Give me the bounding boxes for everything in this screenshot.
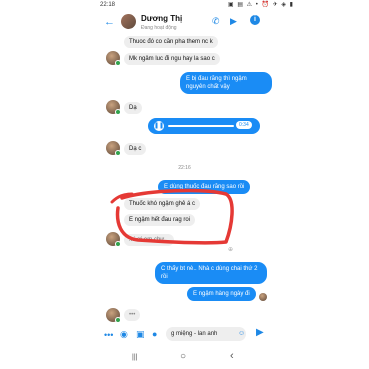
message-bubble-in[interactable]: Thuốc khó ngậm ghê á c	[124, 198, 201, 210]
message-bubble-in[interactable]: Thuoc đó co cần pha them nc k	[124, 36, 218, 48]
microphone-icon[interactable]: ●	[152, 329, 157, 339]
message-bubble-out[interactable]: E bị đau răng thì ngậm nguyên chất vậy	[180, 72, 272, 94]
message-bubble-in[interactable]: Dạ	[124, 102, 142, 114]
contact-name[interactable]: Dương Thị	[141, 14, 182, 23]
sender-avatar	[106, 308, 121, 323]
phone-call-icon[interactable]: ✆	[212, 16, 220, 27]
voice-duration: 0:34	[236, 121, 252, 129]
image-icon[interactable]: ▣	[136, 329, 145, 340]
typing-indicator: •••	[124, 309, 141, 321]
camera-icon[interactable]: ◉	[120, 329, 128, 340]
back-arrow-icon[interactable]: ←	[104, 16, 115, 28]
send-icon[interactable]: ▶	[256, 327, 264, 338]
sender-avatar	[106, 100, 121, 115]
contact-avatar[interactable]	[121, 14, 136, 29]
reaction-add-icon[interactable]: ⊕	[228, 246, 233, 253]
info-icon[interactable]: i	[250, 15, 260, 25]
online-dot	[115, 60, 121, 66]
message-bubble-in[interactable]: Dạ c	[124, 143, 147, 155]
sender-avatar	[106, 141, 121, 156]
home-icon[interactable]: ○	[180, 351, 186, 362]
status-time: 22:18	[100, 2, 116, 8]
message-input[interactable]: g miệng - lan anh	[166, 327, 246, 341]
message-bubble-out[interactable]: E dùng thuốc đau răng sao rồi	[158, 180, 251, 194]
more-dots-icon[interactable]: •••	[104, 330, 113, 340]
voice-progress-track[interactable]	[168, 125, 234, 127]
sender-avatar	[106, 232, 121, 247]
online-dot	[115, 150, 121, 156]
message-bubble-out[interactable]: C thấy bt nè.. Nhà c dùng chai thứ 2 rồi	[155, 262, 267, 284]
time-divider: 22:16	[178, 165, 191, 171]
active-status: Đang hoạt động	[141, 25, 177, 31]
message-bubble-in[interactable]: Mk ngâm luc đi ngu hay la sao c	[124, 53, 220, 65]
message-bubble-in[interactable]: E ngậm hết đau rag roi	[124, 214, 196, 226]
sender-avatar	[106, 51, 121, 66]
voice-message[interactable]: ❚❚ 0:34	[148, 118, 260, 134]
status-icons: ▣ ▤ ⚠ • ⏰ ✈ ◈ ▮	[228, 2, 294, 8]
video-call-icon[interactable]: ▶	[230, 16, 237, 27]
online-dot	[115, 317, 121, 323]
status-bar: 22:18 ▣ ▤ ⚠ • ⏰ ✈ ◈ ▮	[0, 0, 369, 10]
pause-icon[interactable]: ❚❚	[154, 121, 164, 131]
seen-avatar	[259, 293, 267, 301]
online-dot	[115, 241, 121, 247]
back-icon[interactable]: ‹	[230, 350, 234, 362]
recent-apps-icon[interactable]: |||	[132, 354, 137, 361]
emoji-icon[interactable]: ☺	[238, 330, 245, 337]
online-dot	[115, 109, 121, 115]
message-bubble-in[interactable]: ...i ơi em chư...	[124, 234, 175, 246]
message-bubble-out[interactable]: E ngậm hàng ngày đi	[187, 287, 256, 301]
